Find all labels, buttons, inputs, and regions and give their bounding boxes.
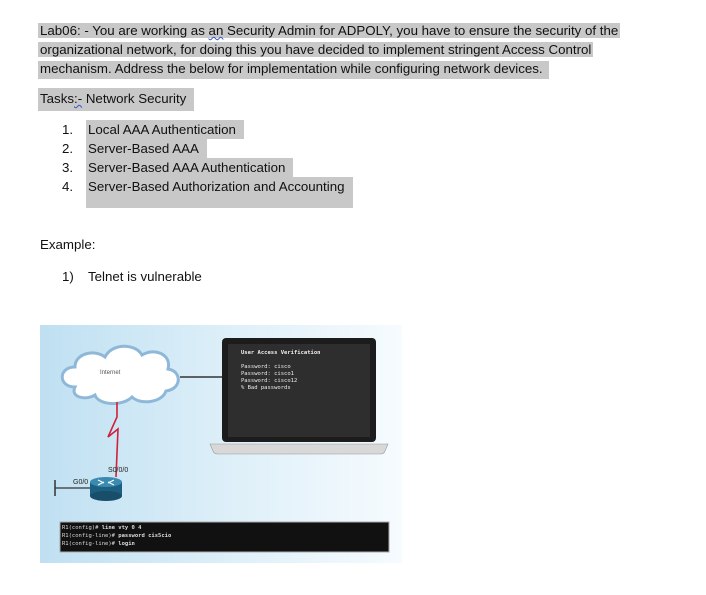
intro-line-2: organizational network, for doing this y…	[38, 42, 594, 57]
laptop-terminal-text: User Access Verification Password: cisco…	[241, 350, 321, 391]
cloud-label: Internet	[100, 370, 121, 376]
serial-label: S0/0/0	[108, 467, 129, 474]
tasks-heading: Tasks:- Network Security	[38, 88, 195, 111]
router-line: R1(config-line)# login	[62, 541, 135, 547]
serial-link	[107, 402, 119, 478]
example-label: Example:	[40, 237, 96, 252]
gig-label: G0/0	[73, 479, 89, 486]
router-terminal-text: R1(config)# line vty 0 4 R1(config-line)#…	[62, 524, 171, 548]
router-line: R1(config)# line vty 0 4	[62, 525, 142, 531]
intro-line-3: mechanism. Address the below for impleme…	[38, 59, 549, 79]
network-diagram: Internet S0/0/0 G0/0 User Access Verific…	[40, 325, 402, 563]
intro-line-1: Lab06: - You are working as an Security …	[38, 23, 621, 38]
router-line: R1(config-line)# password cis5cio	[62, 533, 172, 539]
router-icon	[90, 477, 122, 501]
